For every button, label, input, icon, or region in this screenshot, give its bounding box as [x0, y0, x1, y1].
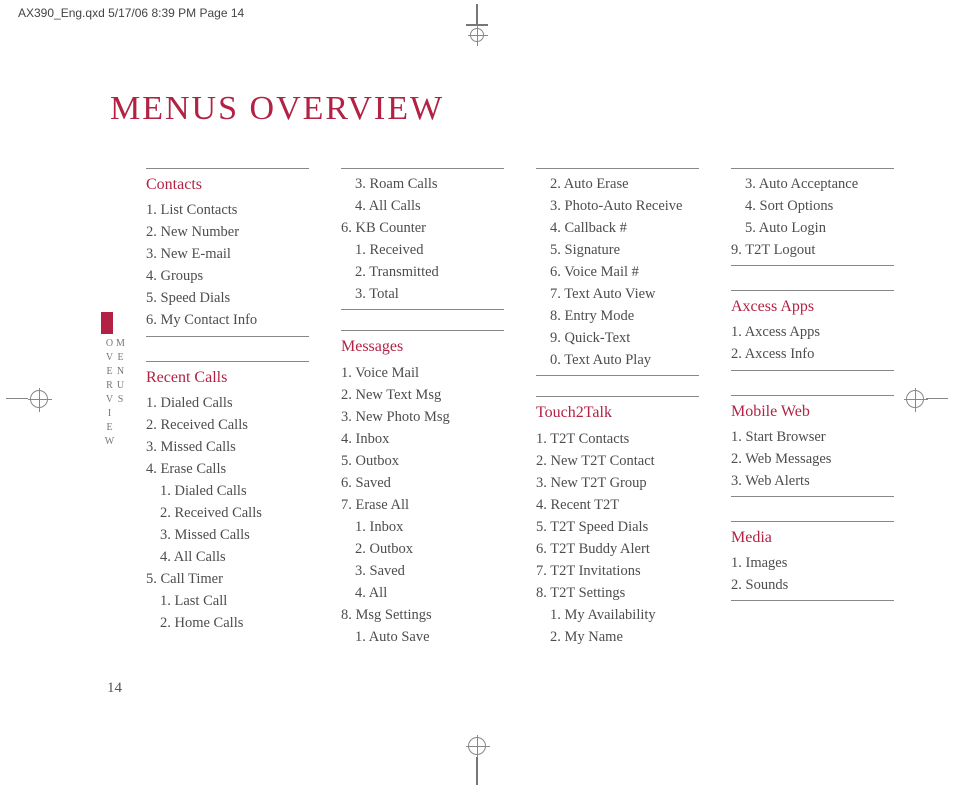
list-subitem: 1. Inbox	[341, 516, 504, 538]
list-item: 7. Erase All	[341, 494, 504, 516]
list-item: 6. Saved	[341, 472, 504, 494]
list-item: 2. Web Messages	[731, 448, 894, 470]
section-rule	[731, 370, 894, 371]
section-title-touch2talk: Touch2Talk	[536, 396, 699, 427]
list-item: 2. Sounds	[731, 574, 894, 596]
list-item: 2. Axcess Info	[731, 343, 894, 365]
section-title-recent-calls: Recent Calls	[146, 361, 309, 392]
list-subitem: 4. Sort Options	[731, 195, 894, 217]
section-rule	[731, 600, 894, 601]
list-item: 3. New E-mail	[146, 243, 309, 265]
side-tab: MENUS OVERVIEW	[102, 338, 126, 456]
content-columns: Contacts 1. List Contacts 2. New Number …	[146, 168, 894, 648]
list-subitem: 1. Auto Save	[341, 626, 504, 648]
section-title-media: Media	[731, 521, 894, 552]
list-item: 1. T2T Contacts	[536, 428, 699, 450]
list-item: 8. T2T Settings	[536, 582, 699, 604]
section-title-contacts: Contacts	[146, 168, 309, 199]
list-item: 2. New T2T Contact	[536, 450, 699, 472]
list-subitem: 1. Last Call	[146, 590, 309, 612]
page-title: MENUS OVERVIEW	[110, 90, 444, 128]
list-item: 5. Outbox	[341, 450, 504, 472]
side-tab-marker	[101, 312, 113, 334]
list-subitem: 2. Transmitted	[341, 261, 504, 283]
list-subitem: 2. Home Calls	[146, 612, 309, 634]
list-subitem: 4. Callback #	[536, 217, 699, 239]
list-item: 3. Web Alerts	[731, 470, 894, 492]
list-item: 6. My Contact Info	[146, 309, 309, 331]
list-item: 6. T2T Buddy Alert	[536, 538, 699, 560]
list-item: 4. Erase Calls	[146, 458, 309, 480]
registration-mark-top	[470, 4, 484, 48]
list-item: 4. Inbox	[341, 428, 504, 450]
list-item: 9. T2T Logout	[731, 239, 894, 261]
list-subitem: 3. Auto Acceptance	[731, 168, 894, 195]
list-item: 1. Axcess Apps	[731, 321, 894, 343]
section-rule	[146, 336, 309, 337]
list-item: 6. KB Counter	[341, 217, 504, 239]
list-item: 1. Start Browser	[731, 426, 894, 448]
list-item: 5. Speed Dials	[146, 287, 309, 309]
list-subitem: 1. Dialed Calls	[146, 480, 309, 502]
list-subitem: 2. Received Calls	[146, 502, 309, 524]
list-item: 3. New T2T Group	[536, 472, 699, 494]
page-number: 14	[107, 680, 122, 697]
list-subitem: 3. Total	[341, 283, 504, 305]
list-item: 1. Dialed Calls	[146, 392, 309, 414]
list-subitem: 7. Text Auto View	[536, 283, 699, 305]
section-title-axcess-apps: Axcess Apps	[731, 290, 894, 321]
list-subitem: 4. All Calls	[146, 546, 309, 568]
section-rule	[341, 309, 504, 310]
list-item: 7. T2T Invitations	[536, 560, 699, 582]
list-item: 1. Images	[731, 552, 894, 574]
list-subitem: 9. Quick-Text	[536, 327, 699, 349]
registration-mark-right	[904, 390, 948, 408]
list-subitem: 3. Saved	[341, 560, 504, 582]
section-title-messages: Messages	[341, 330, 504, 361]
registration-mark-bottom	[468, 737, 486, 787]
list-item: 5. Call Timer	[146, 568, 309, 590]
list-subitem: 3. Missed Calls	[146, 524, 309, 546]
list-item: 2. New Number	[146, 221, 309, 243]
list-subitem: 4. All Calls	[341, 195, 504, 217]
list-subitem: 5. Signature	[536, 239, 699, 261]
list-item: 1. List Contacts	[146, 199, 309, 221]
list-item: 4. Groups	[146, 265, 309, 287]
section-rule	[731, 265, 894, 266]
list-item: 4. Recent T2T	[536, 494, 699, 516]
list-subitem: 2. Outbox	[341, 538, 504, 560]
list-subitem: 6. Voice Mail #	[536, 261, 699, 283]
list-item: 5. T2T Speed Dials	[536, 516, 699, 538]
section-rule	[536, 375, 699, 376]
list-item: 3. Missed Calls	[146, 436, 309, 458]
list-subitem: 5. Auto Login	[731, 217, 894, 239]
column-1: Contacts 1. List Contacts 2. New Number …	[146, 168, 309, 648]
list-subitem: 8. Entry Mode	[536, 305, 699, 327]
list-subitem: 3. Roam Calls	[341, 168, 504, 195]
registration-mark-left	[6, 390, 50, 408]
column-4: 3. Auto Acceptance 4. Sort Options 5. Au…	[731, 168, 894, 648]
list-subitem: 3. Photo-Auto Receive	[536, 195, 699, 217]
column-2: 3. Roam Calls 4. All Calls 6. KB Counter…	[341, 168, 504, 648]
list-item: 8. Msg Settings	[341, 604, 504, 626]
list-subitem: 2. Auto Erase	[536, 168, 699, 195]
list-subitem: 0. Text Auto Play	[536, 349, 699, 371]
side-tab-text: MENUS OVERVIEW	[102, 338, 126, 456]
list-item: 2. New Text Msg	[341, 384, 504, 406]
section-rule	[731, 496, 894, 497]
list-subitem: 1. Received	[341, 239, 504, 261]
list-item: 3. New Photo Msg	[341, 406, 504, 428]
list-subitem: 1. My Availability	[536, 604, 699, 626]
list-subitem: 4. All	[341, 582, 504, 604]
list-item: 2. Received Calls	[146, 414, 309, 436]
section-title-mobile-web: Mobile Web	[731, 395, 894, 426]
list-subitem: 2. My Name	[536, 626, 699, 648]
print-slug: AX390_Eng.qxd 5/17/06 8:39 PM Page 14	[18, 6, 244, 20]
list-item: 1. Voice Mail	[341, 362, 504, 384]
column-3: 2. Auto Erase 3. Photo-Auto Receive 4. C…	[536, 168, 699, 648]
